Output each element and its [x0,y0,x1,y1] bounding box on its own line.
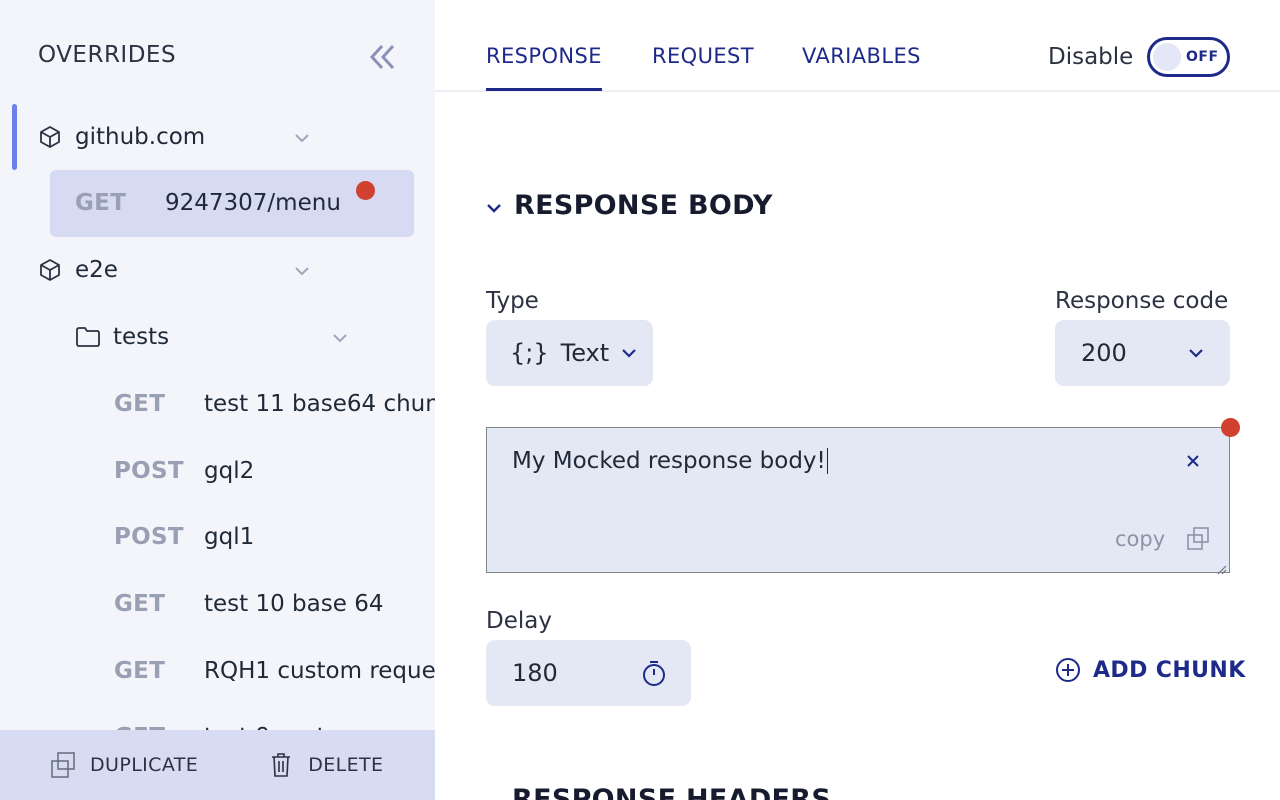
request-method: GET [75,190,127,216]
request-item[interactable]: POST gql2 [114,438,254,504]
duplicate-label: DUPLICATE [90,754,199,776]
add-chunk-label: ADD CHUNK [1093,657,1246,683]
collapse-sidebar-button[interactable] [366,40,402,74]
type-label: Type [486,288,539,314]
response-body-text: My Mocked response body! [512,448,826,474]
response-code-value: 200 [1081,339,1127,367]
request-item-selected[interactable]: GET 9247307/menu [75,170,405,236]
chevron-down-icon[interactable] [294,127,310,148]
double-chevron-left-icon [369,44,395,70]
chevron-down-icon [1188,348,1204,358]
request-path: test 10 base 64 [204,591,384,617]
duplicate-icon [48,750,78,780]
chevron-down-icon[interactable] [294,260,310,281]
response-body-header[interactable]: RESPONSE BODY [486,190,773,221]
active-indicator [12,104,17,170]
tab-response[interactable]: RESPONSE [486,44,602,91]
domain-name: e2e [75,257,118,283]
disable-label: Disable [1048,44,1134,70]
unsaved-indicator [356,181,375,200]
request-item[interactable]: GET test 11 base64 chun [114,371,435,437]
sidebar: OVERRIDES github.com GET 9247307/menu e2… [0,0,435,800]
delay-label: Delay [486,608,552,634]
sidebar-footer: DUPLICATE DELETE [0,730,435,800]
toggle-knob [1153,43,1181,71]
copy-button[interactable]: copy [1115,526,1211,552]
type-select[interactable]: {;} Text [486,320,653,386]
response-code-select[interactable]: 200 [1055,320,1230,386]
tree-item-github[interactable]: github.com [37,104,327,170]
tree-item-e2e[interactable]: e2e [37,237,327,303]
request-method: POST [114,524,184,550]
response-headers-title[interactable]: RESPONSE HEADERS [512,784,831,800]
sidebar-title: OVERRIDES [38,42,177,68]
request-method: POST [114,458,184,484]
section-title: RESPONSE BODY [514,190,773,221]
delay-value: 180 [512,659,558,687]
disable-toggle[interactable]: OFF [1147,37,1230,77]
toggle-state: OFF [1186,49,1219,65]
request-path: RQH1 custom reque [204,658,435,684]
clear-icon[interactable] [1186,446,1200,474]
text-cursor [826,448,836,474]
braces-icon: {;} [510,339,549,367]
domain-name: github.com [75,124,206,150]
chevron-down-icon [621,348,637,358]
resize-handle-icon[interactable] [1215,560,1227,579]
unsaved-indicator [1221,418,1240,437]
folder-name: tests [113,324,170,350]
folder-icon [75,324,101,350]
delete-label: DELETE [308,754,384,776]
duplicate-button[interactable]: DUPLICATE [48,750,198,780]
type-value: Text [560,339,610,367]
request-item[interactable]: GET RQH1 custom reque [114,638,435,704]
plus-circle-icon [1055,657,1081,683]
tab-request[interactable]: REQUEST [652,44,754,68]
tab-variables[interactable]: VARIABLES [802,44,921,68]
request-item[interactable]: GET test 10 base 64 [114,571,383,637]
copy-icon [1185,526,1211,552]
request-item[interactable]: POST gql1 [114,504,254,570]
copy-label: copy [1115,527,1166,551]
response-code-label: Response code [1055,288,1229,314]
cube-icon [37,124,63,150]
request-method: GET [114,391,166,417]
add-chunk-button[interactable]: ADD CHUNK [1055,657,1246,683]
delay-input[interactable]: 180 [486,640,691,706]
trash-icon [266,750,296,780]
request-method: GET [114,658,166,684]
cube-icon [37,257,63,283]
chevron-down-icon[interactable] [332,327,348,348]
request-path: gql2 [204,458,255,484]
tree-folder-tests[interactable]: tests [75,304,365,370]
request-path: gql1 [204,524,255,550]
request-path: test 11 base64 chun [204,391,435,417]
request-path: 9247307/menu [165,190,341,216]
chevron-down-icon [486,194,502,218]
timer-icon [641,659,667,687]
delete-button[interactable]: DELETE [266,750,383,780]
request-method: GET [114,591,166,617]
